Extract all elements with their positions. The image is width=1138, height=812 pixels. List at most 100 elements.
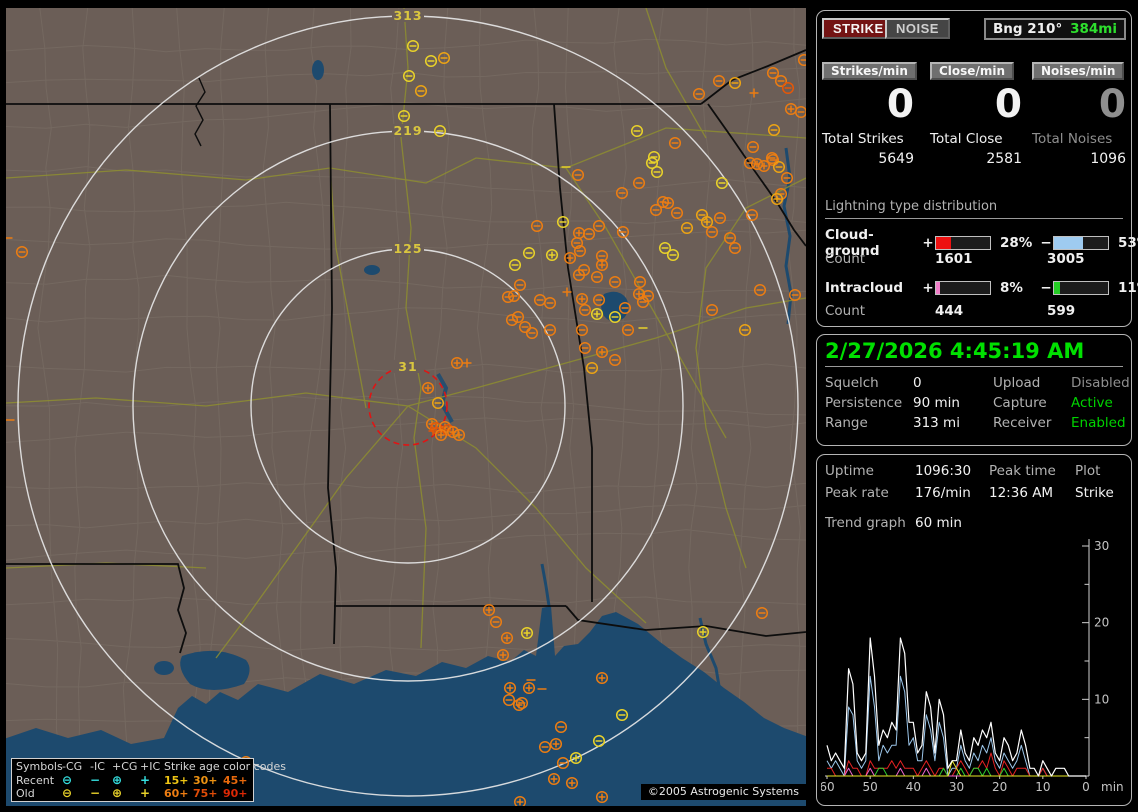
- age-75: 75+: [193, 787, 223, 801]
- ic-neg-count: 599: [1047, 303, 1123, 319]
- strikes-counter-column: Strikes/min 0 Total Strikes 5649: [822, 62, 918, 167]
- intracloud-label: Intracloud: [825, 280, 921, 296]
- trend-x-tick: 30: [949, 780, 964, 794]
- cg-neg-old-icon: ⊖: [62, 787, 90, 801]
- cloud-ground-row: Cloud-ground + 28% − 53%: [825, 227, 1123, 245]
- legend-col-ic-pos: +IC: [140, 760, 164, 774]
- trend-y-tick: 10: [1094, 692, 1109, 706]
- cg-neg-bar: [1053, 236, 1109, 250]
- trend-x-tick: 60: [821, 780, 835, 794]
- squelch-label: Squelch: [825, 375, 913, 391]
- ic-neg-old-icon: −: [90, 787, 112, 801]
- bearing-label: Bng 210°: [993, 21, 1062, 37]
- plot-value: Strike: [1075, 485, 1123, 501]
- minus-sign: −: [1039, 235, 1053, 251]
- capture-status: Active: [1071, 395, 1123, 411]
- bearing-distance: 384mi: [1070, 21, 1117, 37]
- legend-row-recent: Recent: [16, 774, 62, 788]
- noises-counter-column: Noises/min 0 Total Noises 1096: [1032, 62, 1130, 167]
- legend-col-cg-pos: +CG: [112, 760, 140, 774]
- trend-y-tick: 30: [1094, 539, 1109, 553]
- status-panel: 2/27/2026 4:45:19 AM Squelch 0 Upload Di…: [816, 334, 1132, 446]
- status-row: Range 313 mi Receiver Enabled: [825, 415, 1123, 431]
- plus-sign: +: [921, 235, 935, 251]
- plot-label: Plot: [1075, 463, 1123, 479]
- ring-label: 313: [393, 8, 422, 23]
- ic-neg-recent-icon: −: [90, 774, 112, 788]
- ring-label: 219: [393, 123, 422, 138]
- ic-pos-count: 444: [935, 303, 1047, 319]
- age-90: 90+: [223, 787, 252, 801]
- legend-age-header: Strike age color codes: [164, 760, 252, 774]
- counters-panel: STRIKE NOISE Bng 210° 384mi Strikes/min …: [816, 10, 1132, 327]
- strikes-per-min-button[interactable]: Strikes/min: [822, 62, 917, 80]
- ring-label: 31: [398, 359, 417, 374]
- storm-map[interactable]: 31 125 219 313 Symbols -CG -IC +CG +IC Stri…: [6, 8, 806, 806]
- uptime-value: 1096:30: [915, 463, 989, 479]
- ring-label: 125: [393, 241, 422, 256]
- status-row: Persistence 90 min Capture Active: [825, 395, 1123, 411]
- peak-rate-value: 176/min: [915, 485, 989, 501]
- peak-rate-label: Peak rate: [825, 485, 915, 501]
- total-strikes-value: 5649: [822, 151, 918, 167]
- intracloud-row: Intracloud + 8% − 11%: [825, 279, 1123, 297]
- intracloud-count-row: Count 444 599: [825, 303, 1123, 319]
- noises-per-min-button[interactable]: Noises/min: [1032, 62, 1124, 80]
- cloud-ground-count-row: Count 1601 3005: [825, 251, 1123, 267]
- trend-y-tick: 20: [1094, 616, 1109, 630]
- close-counter-column: Close/min 0 Total Close 2581: [930, 62, 1026, 167]
- close-per-min-button[interactable]: Close/min: [930, 62, 1014, 80]
- stats-row: Peak rate 176/min 12:36 AM Strike: [825, 485, 1123, 501]
- stats-panel: Uptime 1096:30 Peak time Plot Peak rate …: [816, 454, 1132, 806]
- squelch-value: 0: [913, 375, 993, 391]
- persistence-value: 90 min: [913, 395, 993, 411]
- noise-button[interactable]: NOISE: [885, 18, 950, 39]
- bearing-display: Bng 210° 384mi: [984, 18, 1126, 40]
- age-30: 30+: [193, 774, 223, 788]
- trend-x-unit: min: [1101, 780, 1124, 794]
- legend-col-cg-neg: -CG: [62, 760, 90, 774]
- trend-x-tick: 20: [992, 780, 1007, 794]
- minus-sign: −: [1039, 280, 1053, 296]
- cg-pos-bar: [935, 236, 991, 250]
- cg-pos-percent: 28%: [995, 235, 1039, 251]
- cg-neg-count: 3005: [1047, 251, 1123, 267]
- legend-symbols-header: Symbols: [16, 760, 62, 774]
- total-strikes-label: Total Strikes: [822, 131, 918, 147]
- ic-pos-recent-icon: +: [140, 774, 164, 788]
- upload-status: Disabled: [1071, 375, 1130, 391]
- cg-pos-recent-icon: ⊕: [112, 774, 140, 788]
- strikes-per-min-value: 0: [822, 82, 918, 128]
- strike-button[interactable]: STRIKE: [822, 18, 895, 39]
- distribution-title: Lightning type distribution: [825, 199, 1123, 219]
- trend-x-tick: 50: [863, 780, 878, 794]
- datetime-display: 2/27/2026 4:45:19 AM: [825, 339, 1123, 367]
- total-noises-label: Total Noises: [1032, 131, 1130, 147]
- receiver-status: Enabled: [1071, 415, 1126, 431]
- noises-per-min-value: 0: [1032, 82, 1130, 128]
- cg-neg-recent-icon: ⊖: [62, 774, 90, 788]
- persistence-label: Persistence: [825, 395, 913, 411]
- total-close-label: Total Close: [930, 131, 1026, 147]
- peak-time-label: Peak time: [989, 463, 1075, 479]
- capture-label: Capture: [993, 395, 1071, 411]
- upload-label: Upload: [993, 375, 1071, 391]
- age-45: 45+: [223, 774, 252, 788]
- ic-neg-percent: 11%: [1113, 280, 1138, 296]
- plus-sign: +: [921, 280, 935, 296]
- count-label: Count: [825, 303, 935, 319]
- ic-pos-percent: 8%: [995, 280, 1039, 296]
- ic-pos-old-icon: +: [140, 787, 164, 801]
- receiver-label: Receiver: [993, 415, 1071, 431]
- cg-pos-old-icon: ⊕: [112, 787, 140, 801]
- count-label: Count: [825, 251, 935, 267]
- trend-x-tick: 0: [1082, 780, 1090, 794]
- range-label: Range: [825, 415, 913, 431]
- peak-time-value: 12:36 AM: [989, 485, 1075, 501]
- copyright-notice: ©2005 Astrogenic Systems: [641, 784, 806, 800]
- lightning-type-distribution: Lightning type distribution Cloud-ground…: [825, 199, 1123, 319]
- stats-row: Uptime 1096:30 Peak time Plot: [825, 463, 1123, 479]
- map-canvas: 31 125 219 313: [6, 8, 806, 806]
- trend-x-tick: 10: [1035, 780, 1050, 794]
- legend-col-ic-neg: -IC: [90, 760, 112, 774]
